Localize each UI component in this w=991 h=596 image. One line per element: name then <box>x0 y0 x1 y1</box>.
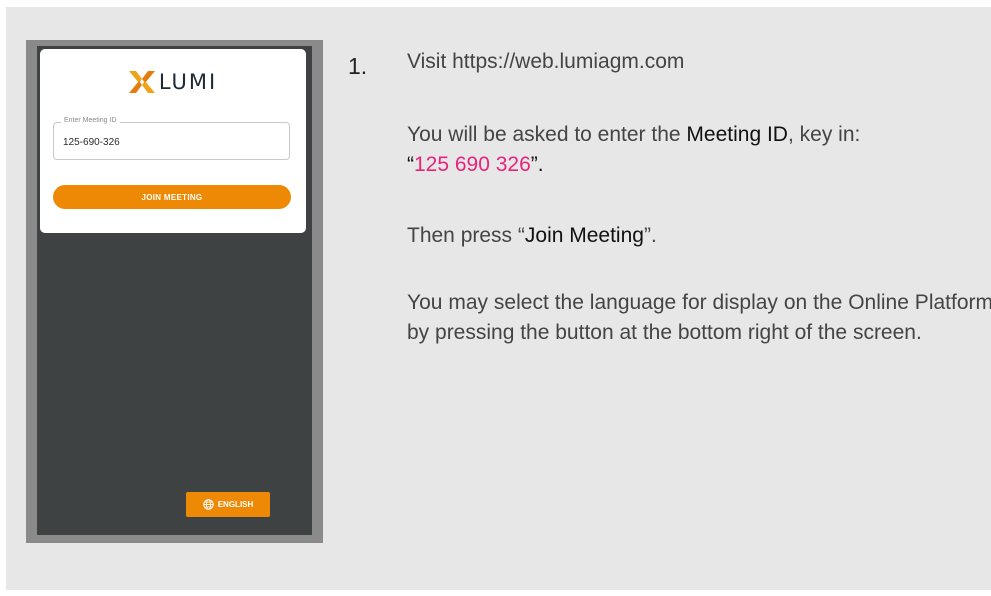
close-quote: ”. <box>530 153 544 176</box>
brand-name: LUMI <box>158 70 218 94</box>
join-meeting-button[interactable]: JOIN MEETING <box>53 185 291 209</box>
step-number: 1. <box>348 53 368 79</box>
press-prefix: Then press “ <box>407 224 525 247</box>
instruction-slide: LUMI Enter Meeting ID 125-690-326 JOIN M… <box>6 7 991 590</box>
phone-mockup: LUMI Enter Meeting ID 125-690-326 JOIN M… <box>26 40 323 543</box>
asked-suffix: , key in: <box>787 123 861 146</box>
join-meeting-word: Join Meeting <box>524 224 644 247</box>
press-suffix: ”. <box>643 224 657 247</box>
language-button[interactable]: ENGLISH <box>186 492 270 517</box>
lumi-x-logo-icon <box>128 71 155 93</box>
visit-instruction: Visit https://web.lumiagm.com <box>407 50 685 73</box>
meeting-id-instruction: You will be asked to enter the Meeting I… <box>407 120 991 180</box>
globe-icon <box>202 499 214 510</box>
meeting-id-value: 125-690-326 <box>63 137 120 148</box>
lumi-logo: LUMI <box>40 69 306 95</box>
language-instruction: You may select the language for display … <box>407 291 991 344</box>
open-quote: “ <box>407 153 414 176</box>
meeting-id-word: Meeting ID <box>686 123 788 146</box>
meeting-id-field[interactable]: Enter Meeting ID 125-690-326 <box>53 117 290 160</box>
phone-screen: LUMI Enter Meeting ID 125-690-326 JOIN M… <box>37 46 312 535</box>
language-label: ENGLISH <box>217 500 254 509</box>
meeting-id-label: Enter Meeting ID <box>61 117 120 124</box>
join-instruction: Then press “Join Meeting”. <box>407 221 991 251</box>
login-card: LUMI Enter Meeting ID 125-690-326 JOIN M… <box>40 49 306 233</box>
meeting-id-highlight: 125 690 326 <box>414 153 531 176</box>
asked-prefix: You will be asked to enter the <box>407 123 687 146</box>
